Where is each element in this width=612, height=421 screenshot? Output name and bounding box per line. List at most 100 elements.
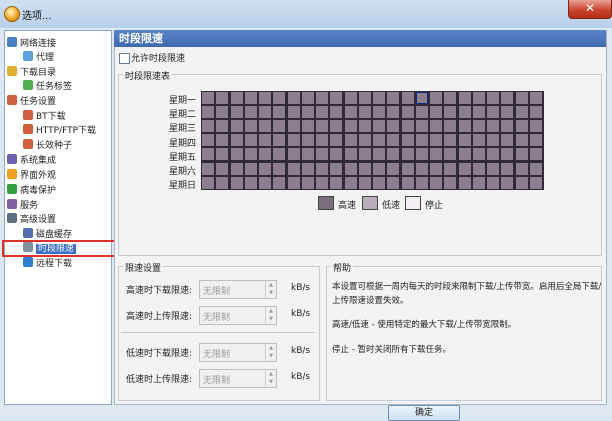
schedule-cell[interactable] [430,134,442,147]
schedule-cell[interactable] [487,148,499,161]
schedule-cell[interactable] [301,176,314,189]
schedule-cell[interactable] [401,134,414,147]
schedule-cell[interactable] [344,92,357,104]
schedule-cell[interactable] [458,134,471,147]
schedule-cell[interactable] [515,92,528,104]
schedule-cell[interactable] [259,162,271,175]
schedule-cell[interactable] [344,106,357,119]
schedule-cell[interactable] [472,120,485,133]
schedule-cell[interactable] [301,106,314,119]
schedule-cell[interactable] [458,162,471,175]
schedule-cell[interactable] [287,106,300,119]
schedule-cell[interactable] [358,120,371,133]
sidebar-item[interactable]: HTTP/FTP下载 [23,124,96,137]
schedule-cell[interactable] [430,176,442,189]
schedule-cell[interactable] [472,134,485,147]
schedule-cell[interactable] [501,106,514,119]
sidebar-item[interactable]: 系统集成 [7,154,56,167]
schedule-cell[interactable] [244,92,257,104]
schedule-cell[interactable] [330,148,343,161]
enable-schedule-checkbox[interactable] [119,53,130,64]
sidebar-item[interactable]: 下载目录 [7,66,56,79]
speed-input[interactable]: 无限制 ▲ ▼ [199,369,277,388]
schedule-cell[interactable] [330,134,343,147]
schedule-cell[interactable] [330,176,343,189]
schedule-cell[interactable] [373,120,385,133]
schedule-cell[interactable] [316,120,328,133]
schedule-cell[interactable] [330,92,343,104]
schedule-cell[interactable] [287,120,300,133]
schedule-cell[interactable] [301,92,314,104]
schedule-cell[interactable] [202,162,214,175]
schedule-cell[interactable] [401,148,414,161]
schedule-cell[interactable] [515,162,528,175]
schedule-cell[interactable] [287,92,300,104]
schedule-cell[interactable] [259,148,271,161]
schedule-cell[interactable] [430,106,442,119]
schedule-cell[interactable] [444,120,457,133]
schedule-cell[interactable] [415,106,428,119]
schedule-cell[interactable] [529,134,542,147]
schedule-cell[interactable] [501,92,514,104]
schedule-cell[interactable] [529,176,542,189]
sidebar-item[interactable]: 远程下载 [23,257,72,270]
schedule-cell[interactable] [358,106,371,119]
schedule-cell[interactable] [472,92,485,104]
schedule-cell[interactable] [444,92,457,104]
schedule-cell[interactable] [230,148,243,161]
sidebar-item[interactable]: 网络连接 [7,37,56,50]
schedule-cell[interactable] [330,106,343,119]
schedule-cell[interactable] [444,148,457,161]
spinner-arrows-icon[interactable]: ▲ ▼ [265,370,276,387]
schedule-cell[interactable] [244,148,257,161]
schedule-cell[interactable] [458,106,471,119]
ok-button[interactable]: 确定 [388,405,460,421]
schedule-cell[interactable] [301,134,314,147]
schedule-cell[interactable] [458,120,471,133]
schedule-cell[interactable] [358,176,371,189]
schedule-cell[interactable] [230,106,243,119]
schedule-cell[interactable] [430,120,442,133]
schedule-cell[interactable] [501,120,514,133]
schedule-cell[interactable] [202,92,214,104]
speed-input[interactable]: 无限制 ▲ ▼ [199,343,277,362]
schedule-cell[interactable] [401,92,414,104]
sidebar-item[interactable]: 任务设置 [7,95,56,108]
schedule-cell[interactable] [230,176,243,189]
schedule-cell[interactable] [216,92,229,104]
schedule-cell[interactable] [487,176,499,189]
schedule-cell[interactable] [430,92,442,104]
spinner-arrows-icon[interactable]: ▲ ▼ [265,281,276,298]
schedule-cell[interactable] [287,176,300,189]
schedule-cell[interactable] [373,162,385,175]
schedule-cell[interactable] [415,176,428,189]
schedule-cell[interactable] [373,106,385,119]
schedule-cell[interactable] [344,134,357,147]
schedule-cell[interactable] [387,92,400,104]
schedule-cell[interactable] [358,148,371,161]
schedule-cell[interactable] [330,120,343,133]
schedule-cell[interactable] [216,148,229,161]
schedule-cell[interactable] [244,162,257,175]
schedule-cell[interactable] [487,120,499,133]
schedule-cell[interactable] [244,134,257,147]
schedule-cell[interactable] [487,134,499,147]
schedule-cell[interactable] [444,176,457,189]
schedule-cell[interactable] [216,134,229,147]
sidebar-item[interactable]: 高级设置 [7,213,56,226]
schedule-cell[interactable] [301,162,314,175]
schedule-cell[interactable] [273,106,286,119]
sidebar-item[interactable]: 界面外观 [7,169,56,182]
schedule-cell[interactable] [387,176,400,189]
schedule-cell[interactable] [415,120,428,133]
schedule-cell[interactable] [458,92,471,104]
schedule-cell[interactable] [430,162,442,175]
schedule-cell[interactable] [444,134,457,147]
schedule-cell[interactable] [373,134,385,147]
schedule-cell[interactable] [358,92,371,104]
schedule-cell[interactable] [529,120,542,133]
schedule-cell[interactable] [316,106,328,119]
schedule-cell[interactable] [316,176,328,189]
schedule-cell[interactable] [401,162,414,175]
schedule-cell[interactable] [387,120,400,133]
